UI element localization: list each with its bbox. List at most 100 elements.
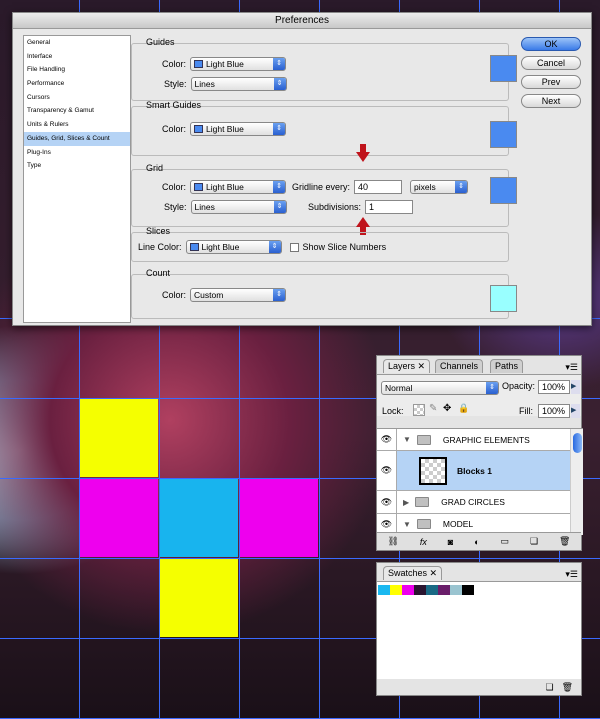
new-swatch-icon[interactable]: ❏ <box>545 682 553 693</box>
color-chip <box>189 243 199 251</box>
blend-mode-select[interactable]: Normal ⇕ <box>381 381 499 395</box>
guides-style-select[interactable]: Lines ⇕ <box>190 77 287 91</box>
smart-guides-color-select[interactable]: Light Blue ⇕ <box>190 122 287 136</box>
style-label: Style: <box>164 202 187 212</box>
color-swatch[interactable] <box>426 585 438 595</box>
folder-icon <box>416 519 431 529</box>
color-swatch[interactable] <box>402 585 414 595</box>
category-general[interactable]: General <box>24 36 130 50</box>
panel-menu-icon[interactable]: ▾☰ <box>565 362 578 373</box>
grid-color-swatch[interactable] <box>490 177 517 204</box>
lock-transparent-icon[interactable] <box>413 404 425 416</box>
new-layer-icon[interactable]: ❏ <box>530 536 538 547</box>
color-swatch[interactable] <box>462 585 474 595</box>
select-value: Light Blue <box>206 182 244 192</box>
ok-button[interactable]: OK <box>521 37 581 51</box>
layer-row-selected[interactable]: 👁 Blocks 1 <box>377 451 570 491</box>
category-type[interactable]: Type <box>24 159 130 173</box>
gridline-every-input[interactable]: 40 <box>354 180 403 194</box>
grid-title: Grid <box>146 163 164 173</box>
chevron-updown-icon: ⇕ <box>273 78 286 90</box>
guides-color-swatch[interactable] <box>490 55 517 82</box>
show-slice-numbers-checkbox[interactable] <box>289 242 299 252</box>
select-value: Light Blue <box>206 124 244 134</box>
expand-triangle-right-icon[interactable]: ▶ <box>403 498 409 507</box>
visibility-eye-icon[interactable]: 👁 <box>377 429 397 450</box>
layer-mask-icon[interactable]: ◙ <box>448 537 453 547</box>
layers-scrollbar[interactable] <box>570 429 583 535</box>
gridline-unit-select[interactable]: pixels ⇕ <box>410 180 469 194</box>
panel-menu-icon[interactable]: ▾☰ <box>565 569 578 580</box>
opacity-slider-arrow-icon[interactable]: ▶ <box>571 380 580 394</box>
tab-channels[interactable]: Channels <box>435 359 484 373</box>
visibility-eye-icon[interactable]: 👁 <box>377 514 397 534</box>
expand-triangle-down-icon[interactable]: ▼ <box>403 435 411 444</box>
new-group-folder-icon[interactable]: ▭ <box>501 536 510 547</box>
subdivisions-input[interactable]: 1 <box>365 200 414 214</box>
close-icon[interactable]: ✕ <box>430 568 438 578</box>
lock-all-padlock-icon[interactable]: 🔒 <box>458 403 469 414</box>
fill-input[interactable]: 100% <box>538 404 570 418</box>
trash-icon[interactable]: 🗑 <box>562 682 573 693</box>
color-swatch[interactable] <box>378 585 390 595</box>
line-color-label: Line Color: <box>138 242 182 252</box>
lock-position-move-icon[interactable]: ✥ <box>443 403 451 414</box>
color-swatch[interactable] <box>414 585 426 595</box>
select-value: Lines <box>194 79 215 89</box>
grid-style-select[interactable]: Lines ⇕ <box>190 200 287 214</box>
category-transparency[interactable]: Transparency & Gamut <box>24 104 130 118</box>
category-units-rulers[interactable]: Units & Rulers <box>24 118 130 132</box>
close-icon[interactable]: ✕ <box>418 361 426 371</box>
preferences-dialog: Preferences General Interface File Handl… <box>12 12 592 326</box>
fill-slider-arrow-icon[interactable]: ▶ <box>571 404 580 418</box>
color-swatch[interactable] <box>438 585 450 595</box>
slices-color-select[interactable]: Light Blue ⇕ <box>185 240 282 254</box>
red-arrow-down-icon <box>356 152 370 162</box>
count-color-select[interactable]: Custom ⇕ <box>190 288 287 302</box>
count-color-swatch[interactable] <box>490 285 517 312</box>
guides-title: Guides <box>146 37 175 47</box>
category-performance[interactable]: Performance <box>24 77 130 91</box>
layer-row[interactable]: 👁 ▶ GRAD CIRCLES <box>377 491 570 514</box>
chevron-updown-icon: ⇕ <box>486 382 498 394</box>
scroll-thumb[interactable] <box>573 433 582 453</box>
grid-color-select[interactable]: Light Blue ⇕ <box>190 180 287 194</box>
lock-label: Lock: <box>382 406 404 416</box>
cancel-button[interactable]: Cancel <box>521 56 581 70</box>
category-cursors[interactable]: Cursors <box>24 91 130 105</box>
layer-row[interactable]: 👁 ▼ GRAPHIC ELEMENTS <box>377 429 570 451</box>
cyan-block <box>160 479 238 557</box>
color-chip <box>194 125 204 133</box>
next-button[interactable]: Next <box>521 94 581 108</box>
chevron-updown-icon: ⇕ <box>455 181 468 193</box>
color-swatch[interactable] <box>390 585 402 595</box>
link-layers-icon[interactable]: ⛓ <box>387 536 398 547</box>
trash-icon[interactable]: 🗑 <box>559 536 570 547</box>
visibility-eye-icon[interactable]: 👁 <box>377 451 397 490</box>
layer-style-fx-icon[interactable]: fx <box>420 537 427 547</box>
chevron-updown-icon: ⇕ <box>273 201 286 213</box>
category-guides-grid[interactable]: Guides, Grid, Slices & Count <box>24 131 130 146</box>
tab-swatches[interactable]: Swatches ✕ <box>383 566 443 580</box>
category-plugins[interactable]: Plug-Ins <box>24 146 130 160</box>
prev-button[interactable]: Prev <box>521 75 581 89</box>
tab-layers[interactable]: Layers ✕ <box>383 359 431 373</box>
opacity-input[interactable]: 100% <box>538 380 570 394</box>
tab-paths[interactable]: Paths <box>490 359 524 373</box>
adjustment-layer-icon[interactable]: ◐ <box>474 537 479 547</box>
visibility-eye-icon[interactable]: 👁 <box>377 491 397 513</box>
chevron-updown-icon: ⇕ <box>273 123 286 135</box>
gridline-label: Gridline every: <box>292 182 351 192</box>
category-file-handling[interactable]: File Handling <box>24 63 130 77</box>
lock-image-brush-icon[interactable]: ✎ <box>429 403 437 414</box>
swatches-panel: Swatches ✕ ▾☰ ❏ 🗑 <box>376 562 582 696</box>
expand-triangle-down-icon[interactable]: ▼ <box>403 520 411 529</box>
color-label: Color: <box>162 290 187 300</box>
color-swatch[interactable] <box>450 585 462 595</box>
select-value: Lines <box>194 202 215 212</box>
guides-color-select[interactable]: Light Blue ⇕ <box>190 57 287 71</box>
guides-group: Guides Color: Light Blue ⇕ Style: Lines ⇕ <box>131 37 509 101</box>
smart-guides-color-swatch[interactable] <box>490 121 517 148</box>
category-interface[interactable]: Interface <box>24 50 130 64</box>
color-label: Color: <box>162 124 187 134</box>
